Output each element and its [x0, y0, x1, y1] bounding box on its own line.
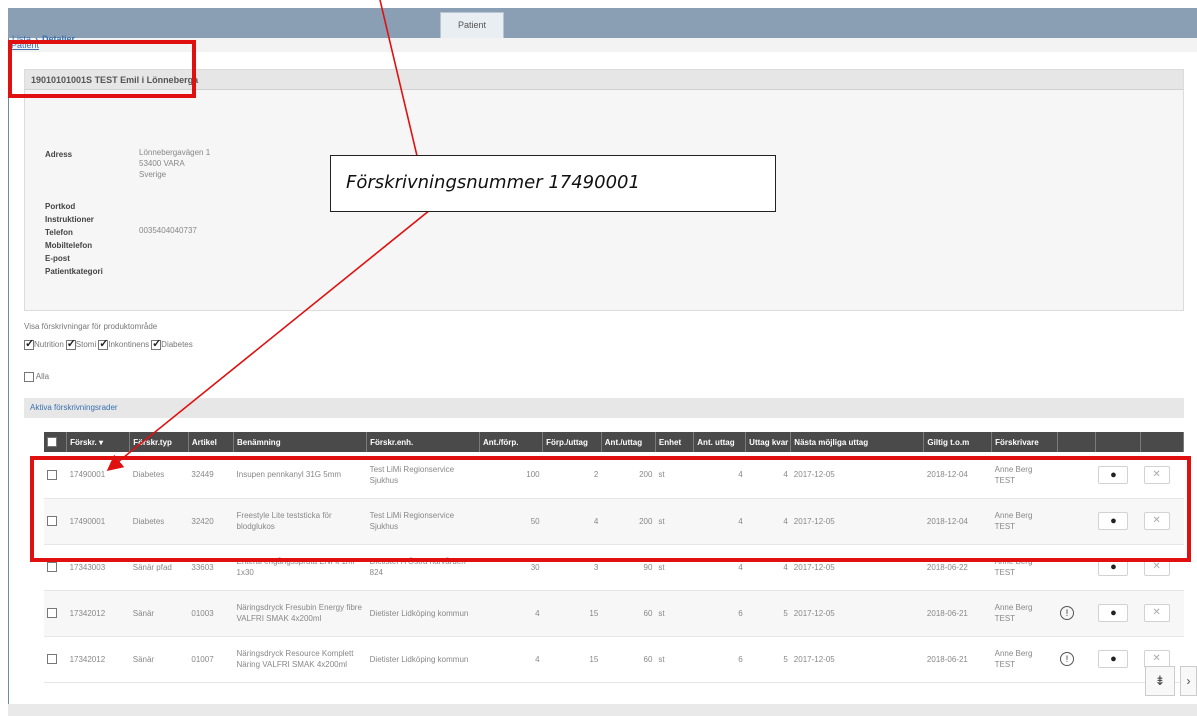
- annotation-callout: Förskrivningsnummer 17490001: [330, 155, 776, 212]
- annotation-arrows: [106, 0, 431, 472]
